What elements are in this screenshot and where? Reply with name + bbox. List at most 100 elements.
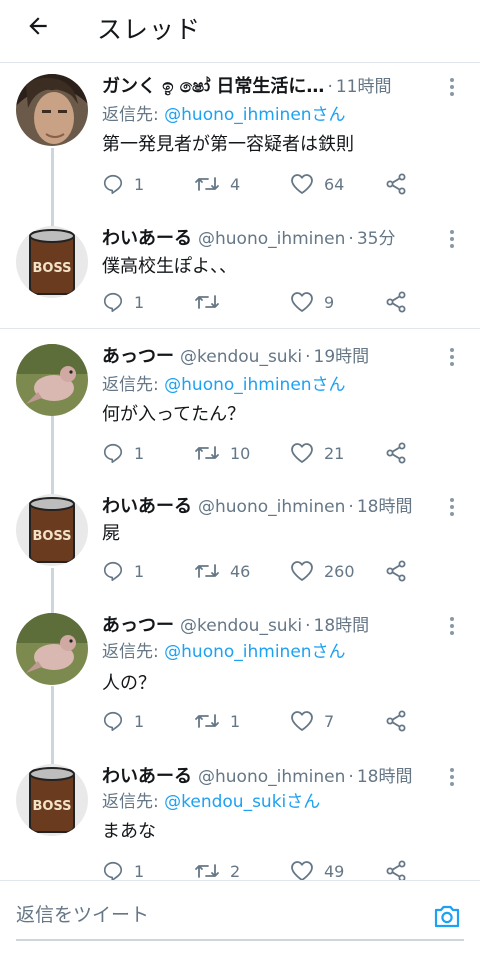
timestamp[interactable]: 11時間 (336, 74, 392, 100)
display-name[interactable]: わいあーる (102, 764, 192, 790)
header-divider (0, 62, 480, 63)
tweet[interactable]: BOSS わいあーる @huono_ihminen · 35分 僕高校生ぽよ、、… (0, 226, 480, 316)
more-options-button[interactable] (444, 613, 460, 639)
avatar[interactable] (16, 344, 88, 416)
separator-dot: · (305, 616, 311, 636)
reply-button[interactable]: 1 (102, 289, 144, 315)
timestamp[interactable]: 19時間 (314, 344, 370, 370)
reply-to-prefix: 返信先: (102, 105, 165, 125)
page-title: スレッド (97, 15, 202, 44)
reply-to-link[interactable]: @huono_ihminenさん (164, 105, 345, 125)
back-button[interactable] (20, 8, 56, 44)
display-name[interactable]: ガンく ඉ ෂෝ 日常生活に… (102, 74, 324, 100)
avatar[interactable] (16, 74, 88, 146)
reply-button[interactable]: 1 (102, 558, 144, 584)
share-button[interactable] (384, 289, 408, 315)
reply-icon (103, 174, 123, 194)
share-icon (386, 710, 406, 732)
share-button[interactable] (384, 558, 408, 584)
reply-to-prefix: 返信先: (102, 375, 165, 395)
separator-dot: · (348, 767, 354, 787)
retweet-button[interactable]: 46 (194, 558, 250, 584)
user-handle[interactable]: @huono_ihminen (198, 764, 345, 790)
retweet-button[interactable]: 4 (194, 171, 240, 197)
display-name[interactable]: わいあーる (102, 226, 192, 252)
separator-dot: · (327, 77, 333, 97)
user-handle[interactable]: @kendou_suki (180, 613, 302, 639)
retweet-icon (195, 564, 219, 578)
reply-to-link[interactable]: @huono_ihminenさん (164, 642, 345, 662)
tweet-text: 何が入ってたん？ (102, 404, 246, 425)
heart-icon (291, 861, 313, 881)
reply-input[interactable]: 返信をツイート (16, 897, 396, 933)
user-handle[interactable]: @huono_ihminen (198, 494, 345, 520)
reply-count: 1 (134, 711, 145, 731)
tweet[interactable]: あっつー @kendou_suki · 19時間 返信先: @huono_ihm… (0, 344, 480, 474)
more-options-button[interactable] (444, 344, 460, 370)
tweet-meta: わいあーる @huono_ihminen · 18時間 (102, 494, 430, 520)
retweet-icon (195, 446, 219, 460)
tweet[interactable]: あっつー @kendou_suki · 18時間 返信先: @huono_ihm… (0, 613, 480, 743)
camera-icon (434, 905, 460, 928)
tweet-actions: 1 46 260 (102, 558, 422, 584)
more-options-button[interactable] (444, 226, 460, 252)
like-button[interactable]: 9 (290, 289, 334, 315)
reply-to-link[interactable]: @kendou_sukiさん (164, 792, 320, 812)
like-button[interactable]: 7 (290, 708, 334, 734)
tweet[interactable]: BOSS わいあーる @huono_ihminen · 18時間 屍 1 46 … (0, 494, 480, 594)
reply-count: 1 (134, 174, 145, 194)
like-count: 21 (324, 443, 345, 463)
display-name[interactable]: あっつー (102, 344, 174, 370)
user-handle[interactable]: @kendou_suki (180, 344, 302, 370)
tweet[interactable]: BOSS わいあーる @huono_ihminen · 18時間 返信先: @k… (0, 764, 480, 882)
like-button[interactable]: 21 (290, 440, 344, 466)
arrow-left-icon (29, 17, 47, 35)
camera-button[interactable] (432, 901, 462, 931)
reply-icon (103, 292, 123, 312)
avatar[interactable] (16, 613, 88, 685)
reply-icon (103, 443, 123, 463)
display-name[interactable]: あっつー (102, 613, 174, 639)
reply-composer: 返信をツイート (0, 880, 480, 954)
share-button[interactable] (384, 171, 408, 197)
retweet-button[interactable]: 10 (194, 440, 250, 466)
tweet-meta: わいあーる @huono_ihminen · 35分 (102, 226, 430, 252)
share-button[interactable] (384, 440, 408, 466)
timestamp[interactable]: 18時間 (357, 494, 413, 520)
like-count: 7 (324, 711, 335, 731)
tweet-meta: ガンく ඉ ෂෝ 日常生活に… · 11時間 (102, 74, 430, 100)
share-button[interactable] (384, 708, 408, 734)
reply-count: 1 (134, 861, 145, 881)
retweet-button[interactable]: 1 (194, 708, 240, 734)
like-button[interactable]: 64 (290, 171, 344, 197)
reply-button[interactable]: 1 (102, 171, 144, 197)
share-icon (386, 173, 406, 195)
reply-button[interactable]: 1 (102, 440, 144, 466)
tweet-actions: 1 1 7 (102, 708, 422, 734)
avatar[interactable]: BOSS (16, 494, 88, 566)
more-options-button[interactable] (444, 764, 460, 790)
share-icon (386, 560, 406, 582)
avatar[interactable]: BOSS (16, 226, 88, 298)
timestamp[interactable]: 18時間 (357, 764, 413, 790)
display-name[interactable]: わいあーる (102, 494, 192, 520)
heart-icon (291, 443, 313, 463)
user-handle[interactable]: @huono_ihminen (198, 226, 345, 252)
timestamp[interactable]: 35分 (357, 226, 396, 252)
tweet-meta: あっつー @kendou_suki · 18時間 (102, 613, 430, 639)
tweet-actions: 1 10 21 (102, 440, 422, 466)
timestamp[interactable]: 18時間 (314, 613, 370, 639)
tweet-meta: あっつー @kendou_suki · 19時間 (102, 344, 430, 370)
tweet-actions: 1 9 (102, 289, 422, 315)
retweet-button[interactable] (194, 289, 230, 315)
avatar[interactable]: BOSS (16, 764, 88, 836)
separator-dot: · (305, 347, 311, 367)
more-options-button[interactable] (444, 74, 460, 100)
reply-to-prefix: 返信先: (102, 792, 165, 812)
more-options-button[interactable] (444, 494, 460, 520)
tweet[interactable]: ガンく ඉ ෂෝ 日常生活に… · 11時間 返信先: @huono_ihmin… (0, 74, 480, 204)
reply-to-link[interactable]: @huono_ihminenさん (164, 375, 345, 395)
reply-icon (103, 861, 123, 881)
like-button[interactable]: 260 (290, 558, 355, 584)
reply-button[interactable]: 1 (102, 708, 144, 734)
